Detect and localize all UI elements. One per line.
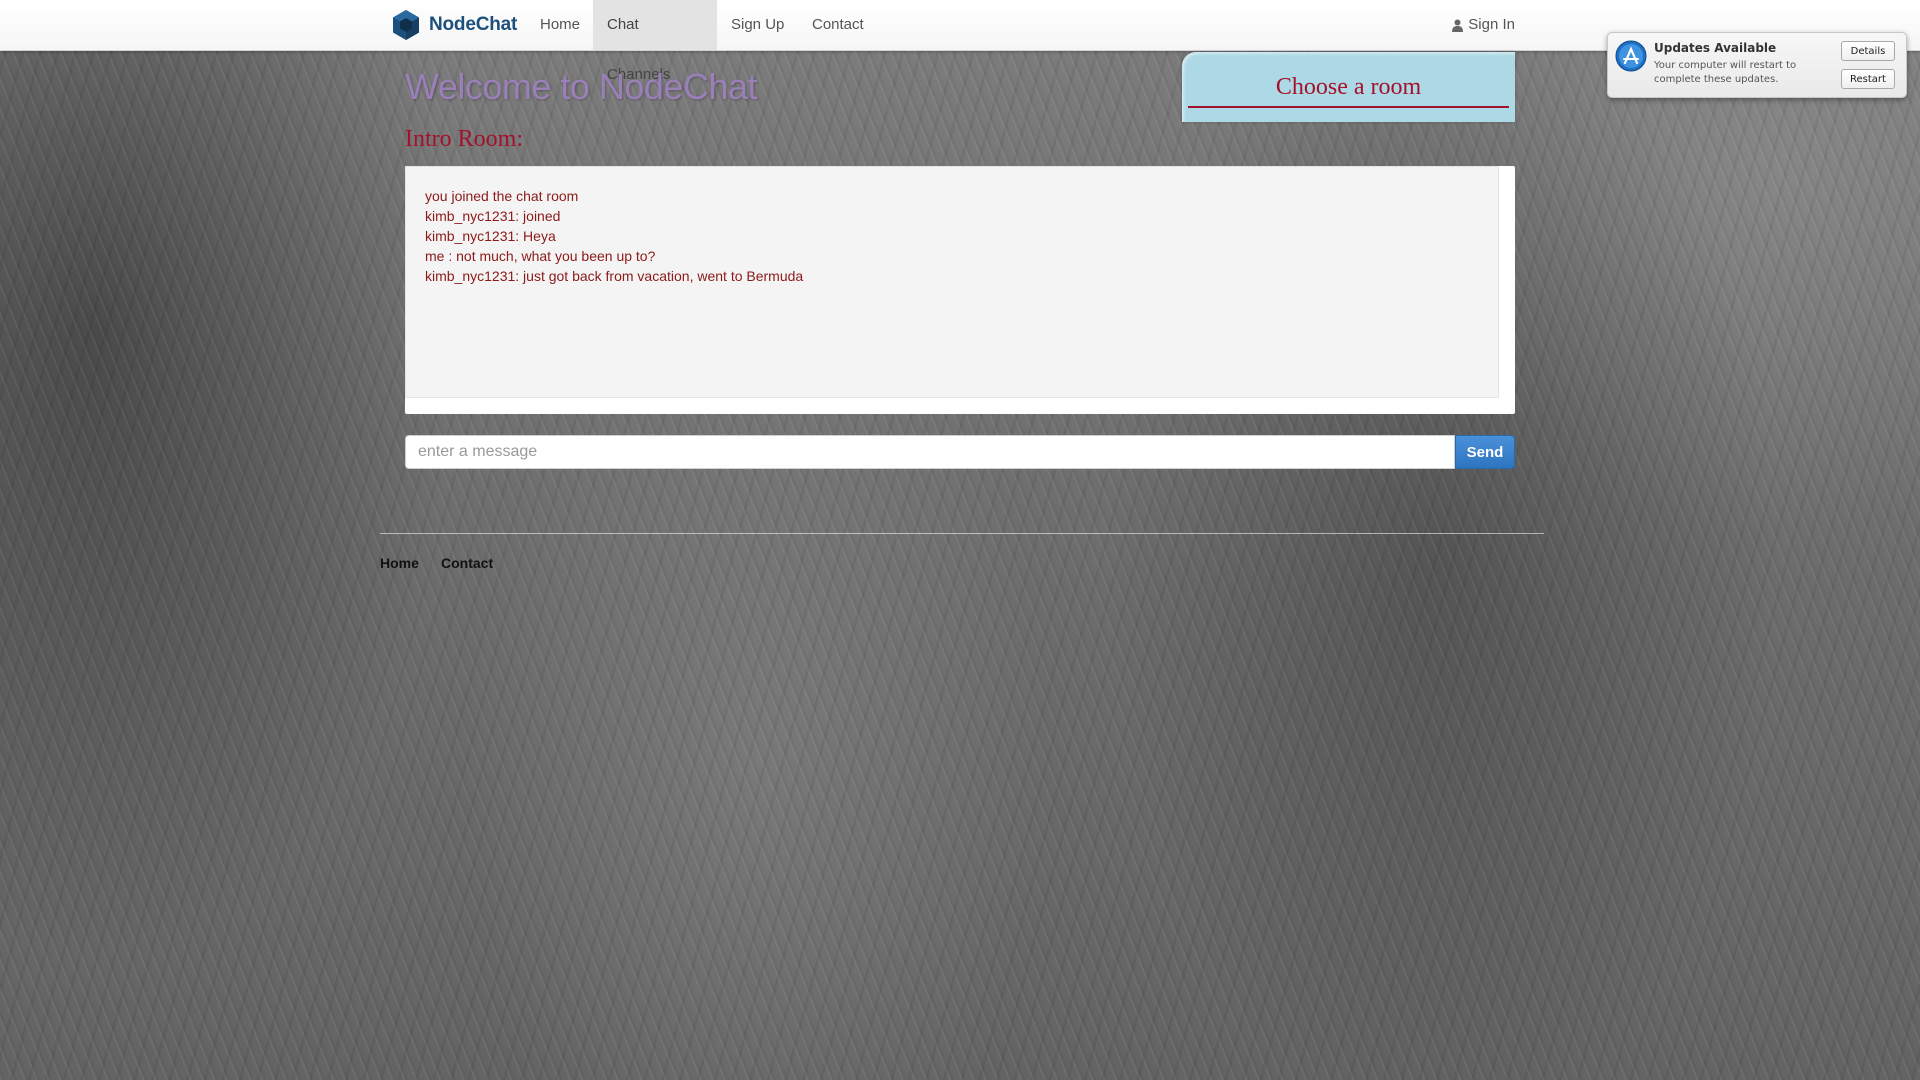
send-button[interactable]: Send [1455, 435, 1515, 469]
updates-notification: Updates Available Your computer will res… [1607, 32, 1907, 98]
chat-log[interactable]: you joined the chat room kimb_nyc1231: j… [405, 166, 1499, 398]
brand-link[interactable]: NodeChat [391, 9, 517, 41]
chat-container: you joined the chat room kimb_nyc1231: j… [405, 166, 1515, 414]
footer-divider [380, 533, 1544, 534]
nav-item-sign-up[interactable]: Sign Up [717, 0, 798, 50]
notification-title: Updates Available [1654, 41, 1777, 55]
user-icon [1452, 19, 1464, 32]
room-chooser-panel[interactable]: Choose a room [1182, 52, 1515, 122]
chat-message: kimb_nyc1231: joined [425, 208, 561, 224]
page-title: Welcome to NodeChat [405, 66, 758, 107]
room-title: Intro Room: [405, 126, 523, 152]
nav-item-contact[interactable]: Contact [798, 0, 878, 50]
footer-link-home[interactable]: Home [380, 555, 419, 571]
app-store-icon [1615, 40, 1647, 72]
chat-message: you joined the chat room [425, 188, 579, 204]
restart-button[interactable]: Restart [1841, 69, 1895, 89]
message-input[interactable] [405, 435, 1455, 469]
chat-message: me : not much, what you been up to? [425, 248, 656, 264]
notification-body: Your computer will restart to complete t… [1654, 60, 1797, 85]
chat-message: kimb_nyc1231: just got back from vacatio… [425, 268, 804, 284]
sign-in-link[interactable]: Sign In [1452, 0, 1515, 50]
nav-item-chat-channels[interactable]: Chat Channels [593, 0, 717, 83]
choose-room-heading: Choose a room [1188, 74, 1509, 108]
footer-link-contact[interactable]: Contact [441, 555, 493, 571]
sign-in-label: Sign In [1468, 16, 1515, 33]
brand-name: NodeChat [429, 14, 518, 35]
chat-message: kimb_nyc1231: Heya [425, 228, 556, 244]
nav-item-home[interactable]: Home [526, 0, 594, 50]
nodejs-hexagon-icon [393, 10, 419, 40]
details-button[interactable]: Details [1841, 41, 1895, 61]
